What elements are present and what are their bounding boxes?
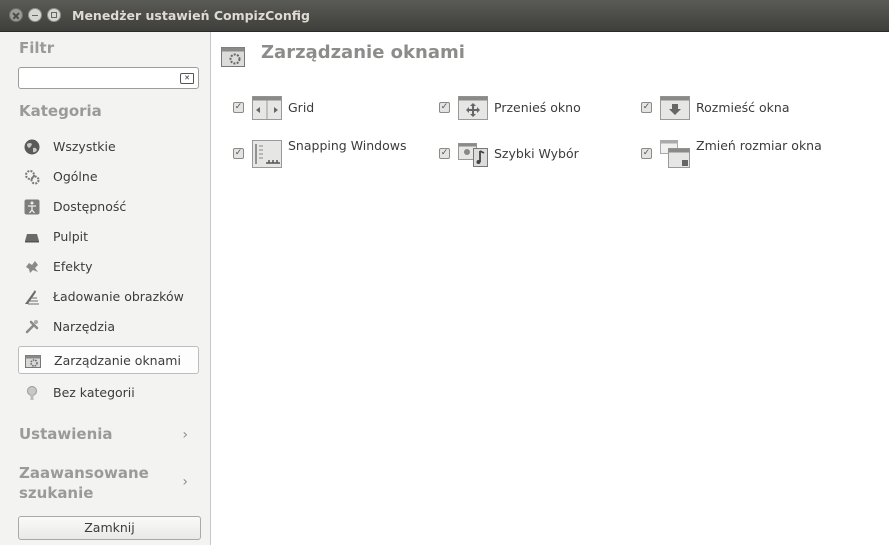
category-item-dostepnosc[interactable]: Dostępność [18,193,199,221]
category-label: Efekty [53,259,93,274]
title-bar: Menedżer ustawień CompizConfig [0,0,889,32]
category-label: Ładowanie obrazków [53,289,184,304]
chevron-right-icon: › [182,427,188,443]
settings-expander[interactable]: Ustawienia › [19,424,204,448]
category-label: Zarządzanie oknami [54,353,181,368]
settings-expander-label: Ustawienia [19,425,113,443]
effects-icon [26,261,38,273]
category-item-pulpit[interactable]: Pulpit [18,223,199,251]
uncategorized-icon [27,386,37,400]
globe-icon [24,139,40,155]
grid-icon [252,96,282,120]
place-windows-icon [660,96,690,120]
plugin-label: Szybki Wybór [494,146,579,161]
switcher-icon [458,143,488,167]
category-label: Bez kategorii [53,385,135,400]
filter-input[interactable]: ✕ [18,67,199,89]
advanced-search-expander[interactable]: Zaawansowane szukanie › [19,463,204,503]
plugin-label: Grid [288,100,315,115]
category-item-ogolne[interactable]: Ogólne [18,163,199,191]
plugin-move-window[interactable]: ✓ Przenieś okno [439,96,629,130]
window-title: Menedżer ustawień CompizConfig [72,8,310,23]
desktop-icon [25,234,39,243]
plugin-checkbox[interactable]: ✓ [439,148,450,159]
image-loading-icon [25,290,39,305]
advanced-search-expander-label: Zaawansowane szukanie [19,464,149,502]
category-item-wszystkie[interactable]: Wszystkie [18,133,199,161]
move-window-icon [458,96,488,120]
window-management-icon [221,47,245,67]
plugin-snapping-windows[interactable]: ✓ Snapping Windows [233,137,423,171]
plugin-checkbox[interactable]: ✓ [233,102,244,113]
category-item-ladowanie-obrazkow[interactable]: Ładowanie obrazków [18,283,199,311]
plugin-label: Rozmieść okna [696,100,790,115]
plugin-checkbox[interactable]: ✓ [641,148,652,159]
category-item-zarzadzanie-oknami[interactable]: Zarządzanie oknami [18,346,199,374]
accessibility-icon [24,199,40,215]
plugin-place-windows[interactable]: ✓ Rozmieść okna [641,96,841,130]
category-label: Pulpit [53,229,89,244]
snapping-windows-icon [252,140,282,168]
plugin-label: Przenieś okno [494,100,581,115]
filter-title: Filtr [19,39,55,57]
category-label: Ogólne [53,169,98,184]
gears-icon [25,170,40,185]
category-title: Kategoria [19,102,102,120]
category-label: Dostępność [53,199,127,214]
close-button[interactable]: Zamknij [18,516,201,540]
clear-icon[interactable]: ✕ [180,73,194,84]
sidebar: Filtr ✕ Kategoria Wszystkie Ogólne Dostę… [0,32,211,545]
plugin-switcher[interactable]: ✓ Szybki Wybór [439,137,629,171]
chevron-right-icon: › [182,474,188,490]
window-maximize-button[interactable] [47,8,61,22]
page-title: Zarządzanie oknami [261,42,465,63]
category-label: Narzędzia [53,319,116,334]
category-item-narzedzia[interactable]: Narzędzia [18,313,199,341]
plugin-checkbox[interactable]: ✓ [641,102,652,113]
category-item-bez-kategorii[interactable]: Bez kategorii [18,379,199,407]
plugin-label: Zmień rozmiar okna [696,138,822,153]
plugin-resize-window[interactable]: ✓ Zmień rozmiar okna [641,137,841,171]
window-minimize-button[interactable] [28,8,42,22]
window-management-icon [25,355,41,368]
plugin-label: Snapping Windows [288,138,407,153]
category-label: Wszystkie [53,139,116,154]
plugin-grid[interactable]: ✓ Grid [233,96,413,130]
plugin-checkbox[interactable]: ✓ [439,102,450,113]
category-item-efekty[interactable]: Efekty [18,253,199,281]
tools-icon [25,320,39,334]
plugin-checkbox[interactable]: ✓ [233,148,244,159]
window-close-button[interactable] [9,8,23,22]
resize-window-icon [660,140,690,168]
